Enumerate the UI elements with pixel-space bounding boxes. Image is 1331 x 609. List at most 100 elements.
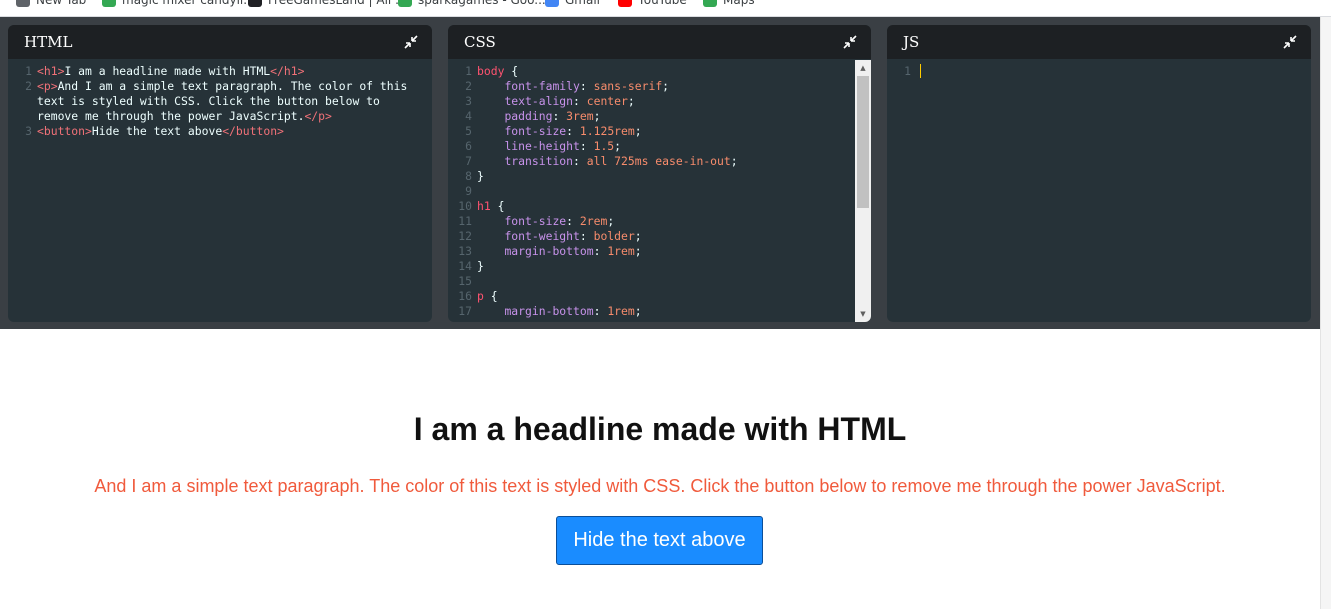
line-number: 6 <box>465 139 472 153</box>
css-scrollbar[interactable]: ▲ ▼ <box>855 60 871 322</box>
bookmark-item[interactable]: Gmail <box>545 0 600 9</box>
line-number: 1 <box>904 64 911 78</box>
code-brace: { <box>490 199 505 213</box>
preview-pane: I am a headline made with HTML And I am … <box>0 329 1320 609</box>
bookmark-label: Maps <box>723 0 755 7</box>
code-line: 2 font-family: sans-serif; <box>448 79 871 94</box>
preview-paragraph: And I am a simple text paragraph. The co… <box>94 476 1226 496</box>
code-line: 1 body { <box>448 64 871 79</box>
css-property: margin-bottom <box>504 244 594 258</box>
code-line: 16 p { <box>448 289 871 304</box>
code-line: 7 transition: all 725ms ease-in-out; <box>448 154 871 169</box>
code-line: 9 <box>448 184 871 199</box>
code-line: 5 font-size: 1.125rem; <box>448 124 871 139</box>
code-text: remove me through the power JavaScript. <box>37 109 305 123</box>
line-number: 10 <box>458 199 472 213</box>
code-tag: <p> <box>37 79 58 93</box>
html-panel: HTML 1 <h1>I am a headline made with HTML… <box>8 25 432 322</box>
code-line: 2 <p>And I am a simple text paragraph. Th… <box>8 79 432 94</box>
css-property: font-weight <box>504 229 580 243</box>
code-line: 17 margin-bottom: 1rem; <box>448 304 871 319</box>
line-number: 9 <box>465 184 472 198</box>
css-panel-header: CSS <box>448 25 871 59</box>
css-property: font-family <box>504 79 580 93</box>
preview-heading: I am a headline made with HTML <box>413 411 907 447</box>
bookmark-item[interactable]: sparkagames - Goo... <box>398 0 546 9</box>
bookmark-favicon-icon <box>102 0 116 7</box>
js-panel-title: JS <box>903 33 920 51</box>
code-text: text is styled with CSS. Click the butto… <box>37 94 380 108</box>
code-tag: </h1> <box>270 64 305 78</box>
line-number: 7 <box>465 154 472 168</box>
code-line: 15 <box>448 274 871 289</box>
bookmark-label: sparkagames - Goo... <box>418 0 546 7</box>
scroll-down-icon[interactable]: ▼ <box>855 307 871 321</box>
js-panel: JS 1 <box>887 25 1311 322</box>
bookmark-favicon-icon <box>398 0 412 7</box>
line-number: 2 <box>465 79 472 93</box>
bookmark-item[interactable]: magic mixer candyli... <box>102 0 255 9</box>
code-line: 13 margin-bottom: 1rem; <box>448 244 871 259</box>
html-code-editor[interactable]: 1 <h1>I am a headline made with HTML</h1>… <box>8 59 432 139</box>
code-line: 1 <box>887 64 1311 79</box>
code-line: 6 line-height: 1.5; <box>448 139 871 154</box>
css-value: center <box>586 94 628 108</box>
css-selector: body <box>477 64 505 78</box>
collapse-icon[interactable] <box>404 35 418 49</box>
code-line: 8} <box>448 169 871 184</box>
page-scrollbar[interactable] <box>1320 17 1331 609</box>
hide-text-button[interactable]: Hide the text above <box>556 516 763 565</box>
bookmark-item[interactable]: FreeGamesLand | All ... <box>248 0 407 9</box>
js-code-editor[interactable]: 1 <box>887 59 1311 79</box>
css-property: margin-bottom <box>504 304 594 318</box>
bookmark-item[interactable]: Maps <box>703 0 755 9</box>
bookmark-favicon-icon <box>703 0 717 7</box>
line-number: 8 <box>465 169 472 183</box>
code-tag: <button> <box>37 124 92 138</box>
css-panel: CSS 1 body {2 font-family: sans-serif; 3 t… <box>448 25 871 322</box>
bookmark-favicon-icon <box>618 0 632 7</box>
css-value: 1rem <box>607 304 635 318</box>
code-text: I am a headline made with HTML <box>64 64 271 78</box>
bookmark-favicon-icon <box>545 0 559 7</box>
css-value: 1rem <box>607 244 635 258</box>
line-number: 11 <box>458 214 472 228</box>
code-line: 11 font-size: 2rem; <box>448 214 871 229</box>
bookmark-label: Gmail <box>565 0 601 7</box>
line-number: 14 <box>458 259 472 273</box>
line-number: 16 <box>458 289 472 303</box>
code-line: 10 h1 { <box>448 199 871 214</box>
line-number: 5 <box>465 124 472 138</box>
bookmark-favicon-icon <box>248 0 262 7</box>
css-property: padding <box>504 109 553 123</box>
css-selector: p <box>477 289 484 303</box>
scroll-thumb[interactable] <box>857 76 869 208</box>
bookmark-label: YouTube <box>638 0 687 7</box>
code-tag: </p> <box>304 109 332 123</box>
bookmark-item[interactable]: New Tab <box>16 0 86 9</box>
code-line: text is styled with CSS. Click the butto… <box>8 94 432 109</box>
bookmark-favicon-icon <box>16 0 30 7</box>
scroll-up-icon[interactable]: ▲ <box>855 61 871 75</box>
bookmark-label: FreeGamesLand | All ... <box>268 0 407 7</box>
css-code-editor[interactable]: 1 body {2 font-family: sans-serif; 3 text-… <box>448 59 871 319</box>
code-tag: </button> <box>222 124 284 138</box>
editor-area: HTML 1 <h1>I am a headline made with HTML… <box>0 17 1320 329</box>
code-tag: <h1> <box>37 64 65 78</box>
collapse-icon[interactable] <box>843 35 857 49</box>
code-text: Hide the text above <box>91 124 223 138</box>
code-brace: { <box>483 289 498 303</box>
bookmark-item[interactable]: YouTube <box>618 0 687 9</box>
css-value: 1.5 <box>593 139 615 153</box>
code-line: 3 <button>Hide the text above</button> <box>8 124 432 139</box>
css-value: all 725ms ease-in-out <box>586 154 731 168</box>
collapse-icon[interactable] <box>1283 35 1297 49</box>
line-number: 1 <box>25 64 32 78</box>
line-number: 3 <box>465 94 472 108</box>
html-panel-title: HTML <box>24 33 73 51</box>
css-value: 2rem <box>579 214 608 228</box>
code-text: And I am a simple text paragraph. The co… <box>57 79 408 93</box>
code-line: 12 font-weight: bolder; <box>448 229 871 244</box>
line-number: 15 <box>458 274 472 288</box>
css-property: font-size <box>504 124 567 138</box>
